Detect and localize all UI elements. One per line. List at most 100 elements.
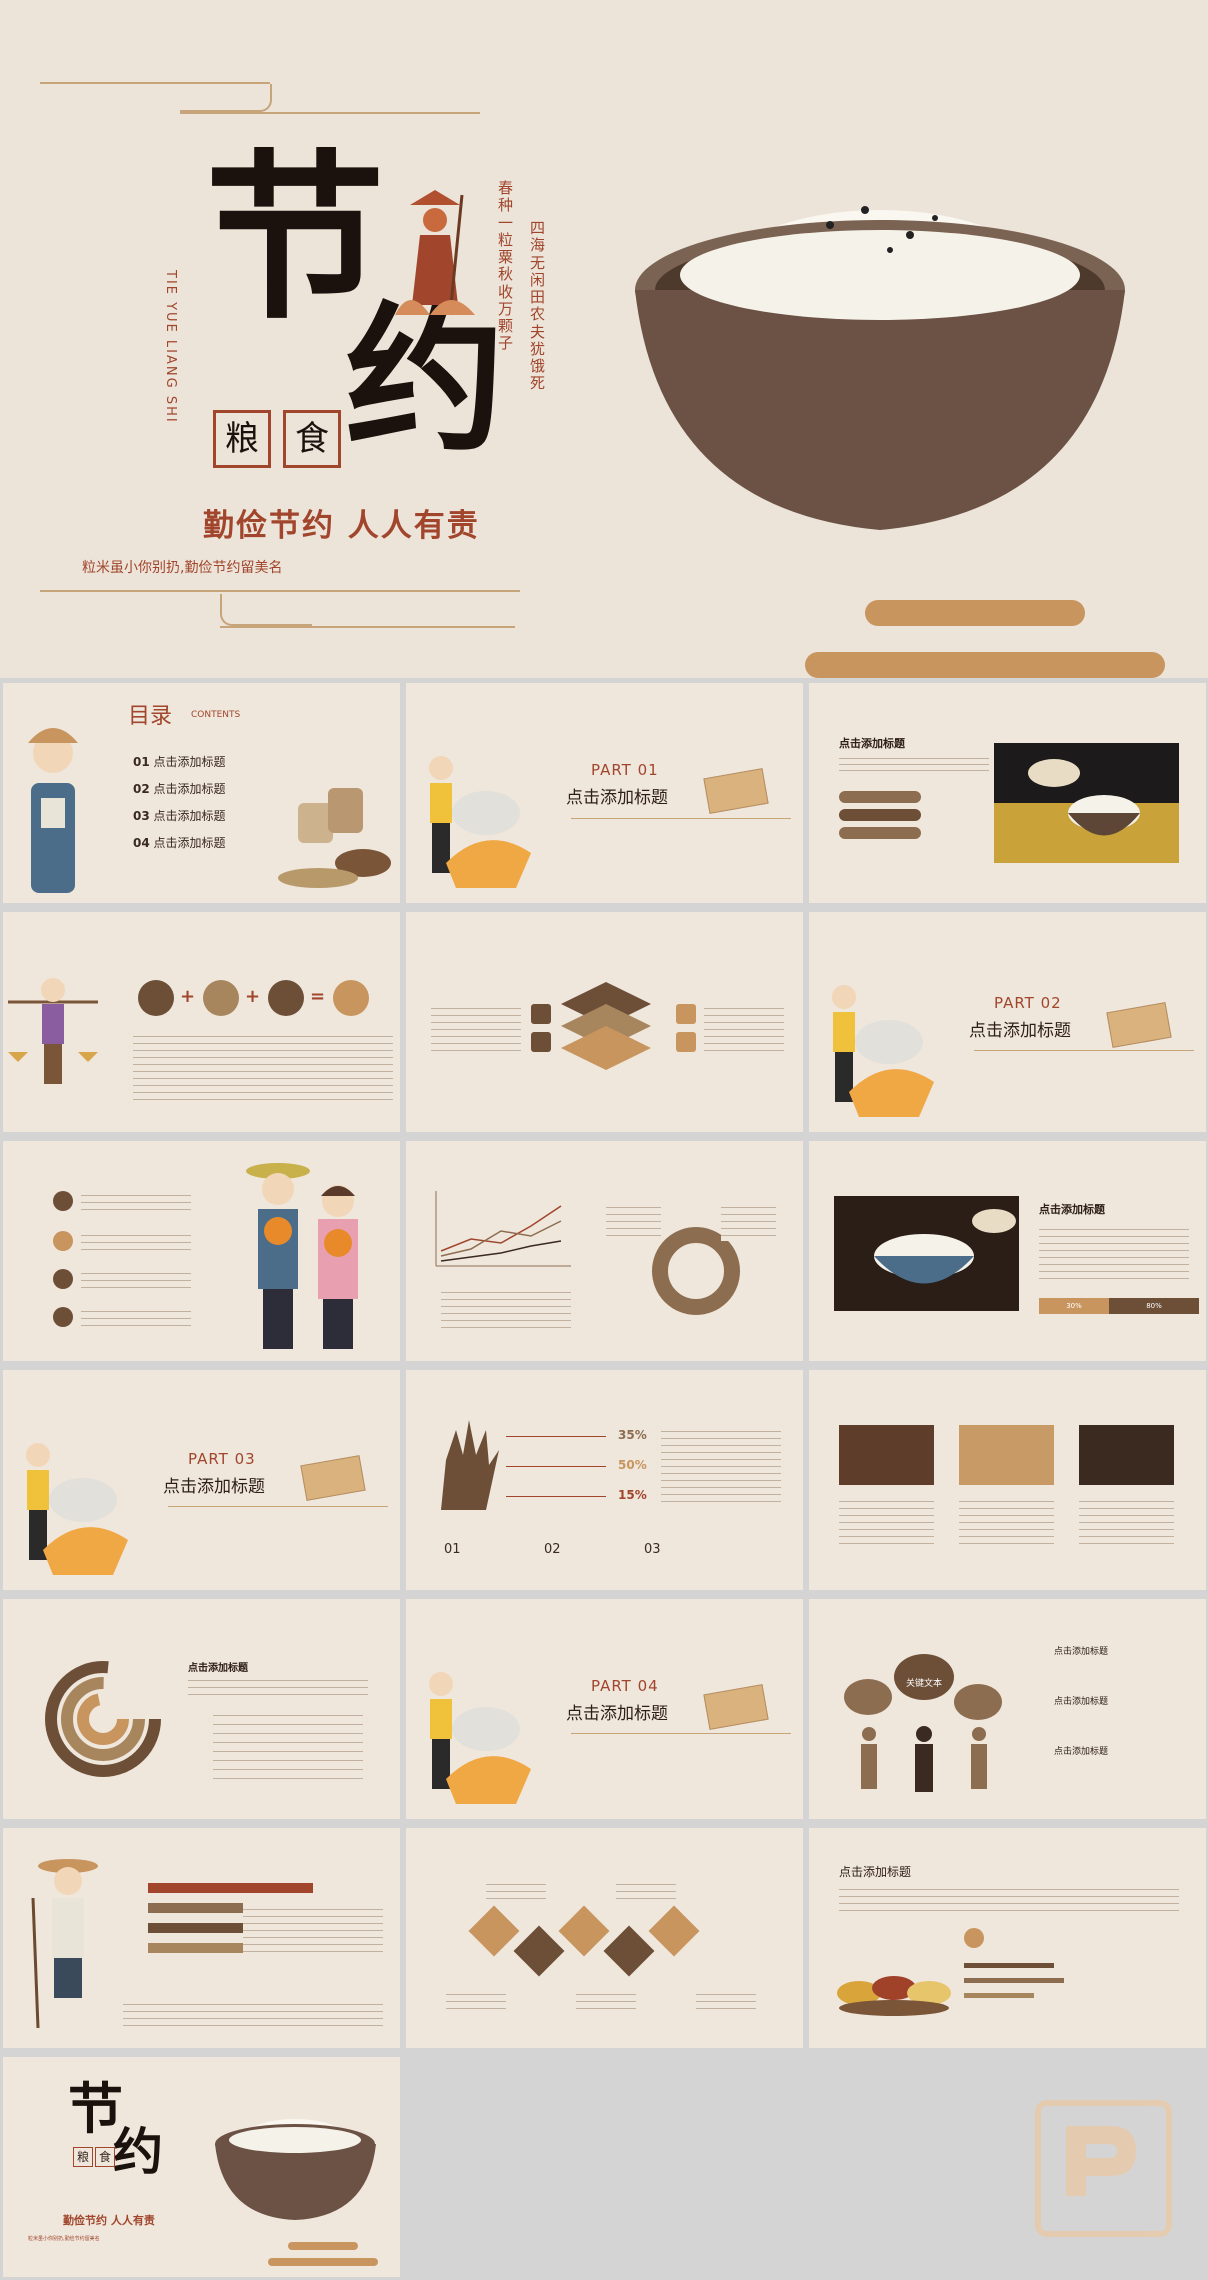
equation-icon — [138, 980, 174, 1016]
cloud-deco — [805, 600, 1165, 678]
cloud-deco — [268, 2242, 378, 2272]
farmer-illustration — [390, 185, 480, 325]
stat-50: 50% — [618, 1458, 647, 1472]
deco-line — [168, 1506, 388, 1507]
food-photo — [959, 1425, 1054, 1485]
cook-illustration — [13, 1430, 133, 1580]
slide-part-04: PART 04 点击添加标题 — [406, 1599, 803, 1819]
flow-num: 01 — [444, 1542, 461, 1557]
level-bar — [964, 1963, 1054, 1968]
rice-photo — [994, 743, 1179, 863]
diamond-step — [558, 1905, 610, 1957]
body-text — [81, 1267, 191, 1291]
cover-slide: 节 约 TIE YUE LIANG SHI 粮 食 春种一粒粟 秋收万颗子 四海… — [0, 0, 1208, 678]
slide-part-03: PART 03 点击添加标题 — [3, 1370, 400, 1590]
slide-content-a: 点击添加标题 — [809, 683, 1206, 903]
progress-bar-b: 80% — [1109, 1298, 1199, 1314]
sub-slogan: 粒米虽小你别扔,勤俭节约留美名 — [82, 560, 283, 576]
part-title: 点击添加标题 — [566, 788, 668, 808]
deco-line — [571, 1733, 791, 1734]
tag-pill — [839, 809, 921, 821]
plus-icon: + — [245, 986, 261, 1007]
body-text — [839, 753, 989, 775]
rice-tray-icon — [703, 768, 769, 814]
toc-num: 04 — [133, 836, 150, 850]
stat-35: 35% — [618, 1428, 647, 1442]
part-label: PART 04 — [591, 1677, 659, 1695]
body-text — [133, 1030, 393, 1100]
slide-heading: 点击添加标题 — [1039, 1203, 1105, 1216]
toc-label: 点击添加标题 — [153, 836, 226, 850]
body-text — [1079, 1495, 1174, 1550]
equals-icon: = — [310, 986, 326, 1007]
slide-rings: 点击添加标题 — [3, 1599, 400, 1819]
connector — [506, 1436, 606, 1437]
slide-people-bubbles: 关键文本 点击添加标题 点击添加标题 点击添加标题 — [809, 1599, 1206, 1819]
slide-heading: 点击添加标题 — [188, 1663, 248, 1674]
diamond-step — [468, 1905, 520, 1957]
poem-line-1: 春种一粒粟 秋收万颗子 — [498, 179, 514, 353]
stat-15: 15% — [618, 1488, 647, 1502]
toc-item[interactable]: 02 点击添加标题 — [133, 780, 226, 797]
scale-carrier-illustration — [8, 962, 98, 1102]
part-label: PART 01 — [591, 761, 659, 779]
connector — [506, 1466, 606, 1467]
rice-tray-icon — [703, 1684, 769, 1730]
slide-line-chart — [406, 1141, 803, 1361]
rice-bowl-photo — [834, 1196, 1019, 1311]
tag-pill — [839, 791, 921, 803]
progress-bar-a: 30% — [1039, 1298, 1109, 1314]
farmer-couple-illustration — [233, 1151, 383, 1356]
part-label: PART 03 — [188, 1450, 256, 1468]
grains-photo — [834, 1948, 954, 2018]
connector — [506, 1496, 606, 1497]
part-label: PART 02 — [994, 994, 1062, 1012]
body-text — [188, 1674, 368, 1699]
toc-item[interactable]: 01 点击添加标题 — [133, 753, 226, 770]
stamp-liang: 粮 — [73, 2147, 93, 2167]
equation-icon — [203, 980, 239, 1016]
body-text — [213, 1707, 363, 1782]
deco-line — [40, 590, 520, 592]
body-text — [959, 1495, 1054, 1550]
body-text — [576, 1988, 636, 2010]
cone-icon — [531, 1032, 551, 1052]
body-text — [696, 1988, 756, 2010]
toc-num: 03 — [133, 809, 150, 823]
body-text — [606, 1201, 661, 1241]
stamp-liang: 粮 — [213, 410, 271, 468]
level-bar — [964, 1978, 1064, 1983]
plus-icon: + — [180, 986, 196, 1007]
list-number — [53, 1269, 73, 1289]
toc-item[interactable]: 04 点击添加标题 — [133, 834, 226, 851]
rice-bowl-image — [630, 180, 1130, 540]
slogan: 勤俭节约 人人有责 — [203, 508, 480, 544]
slogan: 勤俭节约 人人有责 — [63, 2214, 155, 2227]
list-number — [53, 1191, 73, 1211]
poem-line-2: 四海无闲田 农夫犹饿死 — [530, 219, 546, 393]
list-heading: 点击添加标题 — [1054, 1747, 1109, 1757]
body-text — [721, 1201, 776, 1241]
part-title: 点击添加标题 — [566, 1704, 668, 1724]
monitor-icon — [676, 1032, 696, 1052]
rice-bowl-image — [213, 2112, 378, 2222]
chart-icon — [531, 1004, 551, 1024]
cook-illustration — [416, 743, 536, 893]
body-text — [431, 1002, 521, 1052]
body-text — [486, 1878, 546, 1900]
line-chart — [431, 1191, 571, 1271]
body-text — [704, 1002, 784, 1052]
ring-chart — [43, 1659, 163, 1779]
slide-part-01: PART 01 点击添加标题 — [406, 683, 803, 903]
deco-line — [571, 818, 791, 819]
slide-hand-stats: 35% 50% 15% 01 02 03 — [406, 1370, 803, 1590]
slide-three-photos — [809, 1370, 1206, 1590]
body-text — [123, 1998, 383, 2026]
slide-heading: 点击添加标题 — [839, 737, 905, 750]
body-text — [243, 1903, 383, 1953]
toc-item[interactable]: 03 点击添加标题 — [133, 807, 226, 824]
watermark-logo-icon — [1035, 2100, 1172, 2237]
farmer-illustration — [18, 1848, 108, 2038]
slide-diamonds — [406, 1828, 803, 2048]
thumbs-up-icon — [333, 980, 369, 1016]
